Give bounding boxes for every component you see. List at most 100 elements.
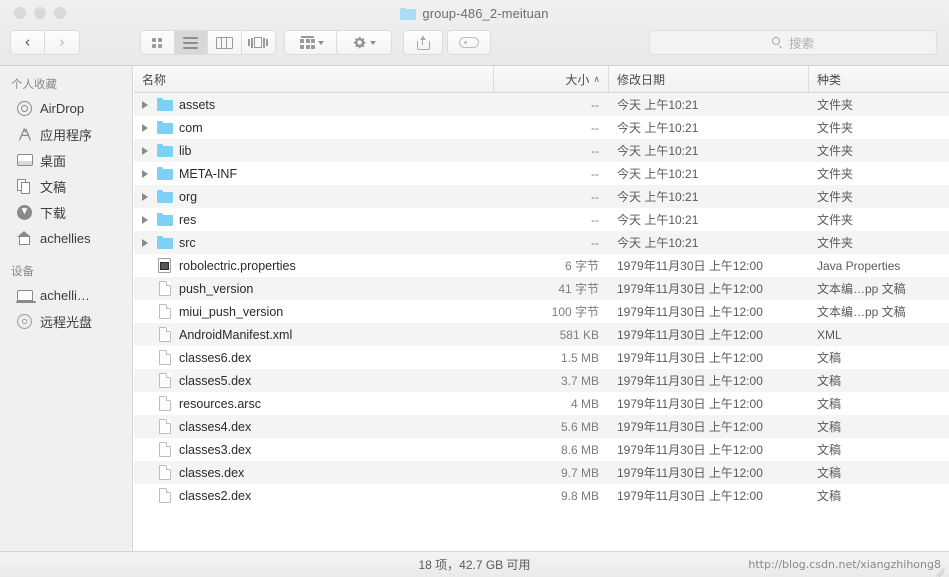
table-row[interactable]: classes4.dex 5.6 MB 1979年11月30日 上午12:00 文稿 <box>134 415 949 438</box>
file-name-label: classes2.dex <box>179 488 252 503</box>
table-row[interactable]: classes5.dex 3.7 MB 1979年11月30日 上午12:00 文稿 <box>134 369 949 392</box>
back-button[interactable]: ‹ <box>10 30 45 55</box>
disclosure-triangle-icon[interactable] <box>140 146 150 155</box>
table-row[interactable]: classes.dex 9.7 MB 1979年11月30日 上午12:00 文稿 <box>134 461 949 484</box>
sidebar-item-applications[interactable]: 应用程序 <box>0 121 132 147</box>
cell-size: -- <box>591 212 599 227</box>
table-row[interactable]: META-INF -- 今天 上午10:21 文件夹 <box>134 162 949 185</box>
file-name-label: classes6.dex <box>179 350 252 365</box>
cell-date: 1979年11月30日 上午12:00 <box>617 305 763 319</box>
sidebar-item-label: achellies <box>40 230 91 246</box>
sidebar-item-label: 应用程序 <box>40 127 93 143</box>
sidebar-item-downloads[interactable]: ▼ 下载 <box>0 199 132 225</box>
cell-date: 今天 上午10:21 <box>617 190 699 204</box>
sidebar-item-home[interactable]: achellies <box>0 225 132 251</box>
sidebar-item-computer[interactable]: achelli… <box>0 282 132 308</box>
table-row[interactable]: robolectric.properties 6 字节 1979年11月30日 上午… <box>134 254 949 277</box>
disclosure-triangle-icon[interactable] <box>140 169 150 178</box>
file-name-label: AndroidManifest.xml <box>179 327 293 342</box>
column-header-name-label: 名称 <box>142 72 167 87</box>
table-row[interactable]: org -- 今天 上午10:21 文件夹 <box>134 185 949 208</box>
file-name-label: lib <box>179 143 192 158</box>
java-properties-file-icon <box>156 258 173 273</box>
airdrop-icon <box>16 100 33 117</box>
list-icon <box>183 36 199 49</box>
sidebar-item-documents[interactable]: 文稿 <box>0 173 132 199</box>
table-row[interactable]: resources.arsc 4 MB 1979年11月30日 上午12:00 文稿 <box>134 392 949 415</box>
cell-name: miui_push_version <box>134 304 494 319</box>
column-header-name[interactable]: 名称 <box>134 66 494 92</box>
cell-kind: 文件夹 <box>817 144 854 158</box>
disclosure-triangle-icon[interactable] <box>140 238 150 247</box>
document-file-icon <box>156 465 173 480</box>
file-rows: assets -- 今天 上午10:21 文件夹 com -- 今天 上午10:21 文件夹 l… <box>134 93 949 507</box>
sidebar-item-desktop[interactable]: 桌面 <box>0 147 132 173</box>
table-row[interactable]: com -- 今天 上午10:21 文件夹 <box>134 116 949 139</box>
folder-icon <box>400 7 417 20</box>
document-file-icon <box>156 373 173 388</box>
cell-size: 3.7 MB <box>560 373 599 388</box>
table-row[interactable]: src -- 今天 上午10:21 文件夹 <box>134 231 949 254</box>
file-name-label: classes3.dex <box>179 442 252 457</box>
table-row[interactable]: lib -- 今天 上午10:21 文件夹 <box>134 139 949 162</box>
action-group[interactable] <box>336 30 392 55</box>
table-row[interactable]: assets -- 今天 上午10:21 文件夹 <box>134 93 949 116</box>
share-button[interactable] <box>404 31 442 54</box>
list-view-button[interactable] <box>174 31 208 54</box>
document-file-icon <box>156 304 173 319</box>
cell-kind: 文本编…pp 文稿 <box>817 282 906 296</box>
disclosure-triangle-icon[interactable] <box>140 123 150 132</box>
table-row[interactable]: classes2.dex 9.8 MB 1979年11月30日 上午12:00 文稿 <box>134 484 949 507</box>
cell-name: classes2.dex <box>134 488 494 503</box>
cell-kind: 文本编…pp 文稿 <box>817 305 906 319</box>
chevron-down-icon <box>370 40 376 45</box>
column-header-size[interactable]: 大小 ∧ <box>494 66 609 92</box>
column-view-button[interactable] <box>208 31 242 54</box>
column-header-kind[interactable]: 种类 <box>809 66 949 92</box>
sidebar-item-remote-disc[interactable]: 远程光盘 <box>0 308 132 334</box>
cell-size: 1.5 MB <box>560 350 599 365</box>
table-row[interactable]: classes3.dex 8.6 MB 1979年11月30日 上午12:00 文稿 <box>134 438 949 461</box>
watermark-url: http://blog.csdn.net/xiangzhihong8 <box>748 558 941 571</box>
document-file-icon <box>156 488 173 503</box>
search-field[interactable]: 搜索 <box>649 30 937 55</box>
action-button[interactable] <box>337 31 391 54</box>
cell-name: push_version <box>134 281 494 296</box>
column-header-date[interactable]: 修改日期 <box>609 66 809 92</box>
disclosure-triangle-icon[interactable] <box>140 100 150 109</box>
resize-handle[interactable] <box>935 564 947 577</box>
cell-size: 5.6 MB <box>560 419 599 434</box>
cell-name: META-INF <box>134 167 494 181</box>
cell-size: 100 字节 <box>551 305 599 319</box>
disclosure-triangle-icon[interactable] <box>140 192 150 201</box>
sidebar-item-airdrop[interactable]: AirDrop <box>0 95 132 121</box>
folder-icon <box>156 98 173 111</box>
folder-icon <box>156 236 173 249</box>
table-row[interactable]: miui_push_version 100 字节 1979年11月30日 上午12:… <box>134 300 949 323</box>
cell-date: 1979年11月30日 上午12:00 <box>617 466 763 480</box>
cell-date: 今天 上午10:21 <box>617 98 699 112</box>
cell-size: 8.6 MB <box>560 442 599 457</box>
cell-kind: 文稿 <box>817 466 842 480</box>
coverflow-view-button[interactable] <box>242 31 275 54</box>
icon-view-button[interactable] <box>141 31 175 54</box>
cell-size: 41 字节 <box>558 282 599 296</box>
tag-button[interactable] <box>448 31 490 54</box>
table-row[interactable]: AndroidManifest.xml 581 KB 1979年11月30日 上午1… <box>134 323 949 346</box>
share-group[interactable] <box>403 30 443 55</box>
file-name-label: classes4.dex <box>179 419 252 434</box>
home-icon <box>16 230 33 247</box>
disclosure-triangle-icon[interactable] <box>140 215 150 224</box>
tag-group[interactable] <box>447 30 491 55</box>
cell-kind: 文稿 <box>817 489 842 503</box>
cell-size: 581 KB <box>559 327 599 342</box>
table-row[interactable]: push_version 41 字节 1979年11月30日 上午12:00 文本编…… <box>134 277 949 300</box>
cell-name: com <box>134 121 494 135</box>
table-row[interactable]: classes6.dex 1.5 MB 1979年11月30日 上午12:00 文稿 <box>134 346 949 369</box>
file-name-label: com <box>179 120 203 135</box>
forward-button[interactable]: › <box>45 30 80 55</box>
arrange-button[interactable] <box>285 31 339 54</box>
cell-name: classes.dex <box>134 465 494 480</box>
arrange-group[interactable] <box>284 30 340 55</box>
table-row[interactable]: res -- 今天 上午10:21 文件夹 <box>134 208 949 231</box>
